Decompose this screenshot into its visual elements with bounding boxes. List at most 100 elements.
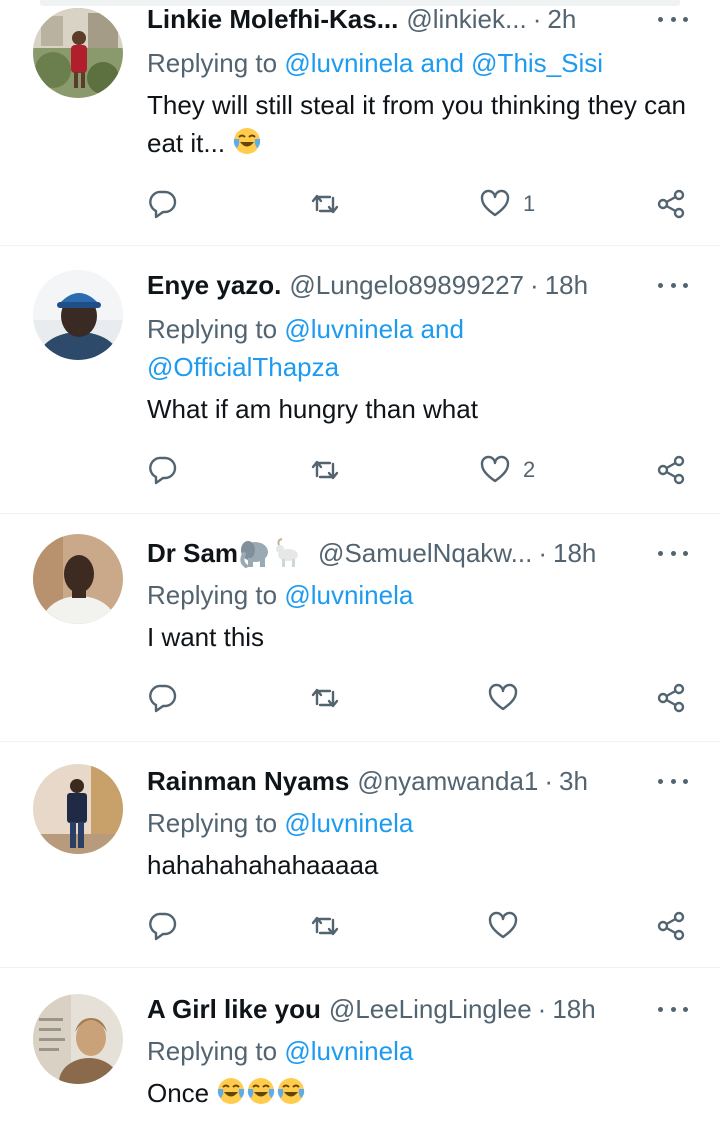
replying-prefix: Replying to bbox=[147, 314, 278, 344]
tears-of-joy-emoji-icon bbox=[218, 1078, 245, 1104]
tweet-text-content: They will still steal it from you thinki… bbox=[147, 90, 686, 158]
elephant-emoji-icon bbox=[240, 541, 269, 568]
mention-link[interactable]: @luvninela bbox=[284, 580, 413, 610]
replying-prefix: Replying to bbox=[147, 48, 278, 78]
tears-of-joy-emoji-icon bbox=[234, 128, 261, 154]
replying-to: Replying to @luvninela bbox=[147, 804, 667, 842]
tweet-5[interactable]: A Girl like you @LeeLingLinglee · 18h Re… bbox=[0, 968, 720, 1123]
reply-button[interactable] bbox=[147, 452, 179, 488]
user-handle[interactable]: @Lungelo89899227 bbox=[289, 268, 524, 302]
tweet-text-content: I want this bbox=[147, 622, 265, 652]
reply-feed: Linkie Molefhi-Kas... @linkiek... · 2h R… bbox=[0, 0, 720, 1123]
reply-button[interactable] bbox=[147, 186, 179, 222]
replying-to: Replying to @luvninela and @This_Sisi bbox=[147, 44, 667, 82]
separator: · bbox=[538, 538, 547, 568]
tears-of-joy-emoji-icon bbox=[248, 1078, 275, 1104]
more-icon[interactable] bbox=[658, 268, 688, 302]
reply-button[interactable] bbox=[147, 908, 179, 944]
display-name[interactable]: Linkie Molefhi-Kas... bbox=[147, 2, 398, 36]
goat-emoji-icon bbox=[276, 538, 299, 567]
avatar[interactable] bbox=[33, 270, 123, 360]
heart-icon bbox=[480, 455, 510, 483]
tweet-3[interactable]: Dr Sam @SamuelNqakw... · 18h Replying to… bbox=[0, 514, 720, 742]
tweet-text: hahahahahahaaaaa bbox=[147, 846, 692, 884]
retweet-button[interactable] bbox=[309, 680, 341, 716]
reply-icon bbox=[149, 684, 177, 713]
tweet-header: Linkie Molefhi-Kas... @linkiek... · 2h bbox=[147, 2, 647, 36]
avatar[interactable] bbox=[33, 534, 123, 624]
mention-link[interactable]: @luvninela and @This_Sisi bbox=[284, 48, 603, 78]
tweet-actions bbox=[147, 908, 692, 944]
reply-button[interactable] bbox=[147, 680, 179, 716]
timestamp[interactable]: 18h bbox=[552, 992, 595, 1026]
tweet-text: They will still steal it from you thinki… bbox=[147, 86, 692, 162]
share-icon bbox=[657, 455, 685, 485]
user-handle[interactable]: @nyamwanda1 bbox=[357, 764, 538, 798]
display-name[interactable]: Enye yazo. bbox=[147, 268, 281, 302]
tears-of-joy-emoji-icon bbox=[278, 1078, 305, 1104]
share-icon bbox=[657, 189, 685, 219]
replying-to: Replying to @luvninela bbox=[147, 576, 667, 614]
tweet-text: What if am hungry than what bbox=[147, 390, 692, 428]
share-button[interactable] bbox=[655, 908, 687, 944]
retweet-button[interactable] bbox=[309, 452, 341, 488]
user-handle[interactable]: @SamuelNqakw... bbox=[318, 536, 532, 570]
share-button[interactable] bbox=[655, 452, 687, 488]
tweet-4[interactable]: Rainman Nyams @nyamwanda1 · 3h Replying … bbox=[0, 742, 720, 968]
retweet-icon bbox=[311, 460, 339, 480]
timestamp[interactable]: 18h bbox=[545, 268, 588, 302]
tweet-actions: 2 bbox=[147, 452, 692, 488]
tweet-2[interactable]: Enye yazo. @Lungelo89899227 · 18h Replyi… bbox=[0, 246, 720, 514]
timestamp[interactable]: 2h bbox=[547, 2, 576, 36]
name-emojis bbox=[238, 538, 302, 568]
tweet-header: Dr Sam @SamuelNqakw... · 18h bbox=[147, 536, 647, 570]
retweet-icon bbox=[311, 194, 339, 214]
like-button[interactable] bbox=[487, 908, 519, 944]
separator: · bbox=[532, 4, 542, 34]
heart-icon bbox=[488, 911, 518, 939]
share-button[interactable] bbox=[655, 680, 687, 716]
timestamp[interactable]: 18h bbox=[553, 536, 596, 570]
reply-icon bbox=[149, 190, 177, 219]
tweet-actions: 1 bbox=[147, 186, 692, 222]
like-button[interactable]: 1 bbox=[479, 186, 535, 222]
mention-link[interactable]: @luvninela and bbox=[284, 314, 464, 344]
more-icon[interactable] bbox=[658, 764, 688, 798]
tweet-header: Rainman Nyams @nyamwanda1 · 3h bbox=[147, 764, 647, 798]
like-button[interactable]: 2 bbox=[479, 452, 535, 488]
retweet-button[interactable] bbox=[309, 908, 341, 944]
tweet-text-content: What if am hungry than what bbox=[147, 394, 478, 424]
share-button[interactable] bbox=[655, 186, 687, 222]
separator: · bbox=[544, 766, 554, 796]
more-icon[interactable] bbox=[658, 2, 688, 36]
replying-prefix: Replying to bbox=[147, 808, 278, 838]
avatar[interactable] bbox=[33, 764, 123, 854]
user-handle[interactable]: @LeeLingLinglee bbox=[329, 992, 532, 1026]
replying-prefix: Replying to bbox=[147, 580, 278, 610]
tweet-1[interactable]: Linkie Molefhi-Kas... @linkiek... · 2h R… bbox=[0, 0, 720, 246]
tweet-text-content: hahahahahahaaaaa bbox=[147, 850, 379, 880]
heart-icon bbox=[480, 189, 510, 217]
like-count: 1 bbox=[523, 191, 536, 216]
mention-link[interactable]: @luvninela bbox=[284, 1036, 413, 1066]
retweet-button[interactable] bbox=[309, 186, 341, 222]
retweet-icon bbox=[311, 916, 339, 936]
tweet-header: A Girl like you @LeeLingLinglee · 18h bbox=[147, 992, 647, 1026]
more-icon[interactable] bbox=[658, 992, 688, 1026]
display-name[interactable]: Dr Sam bbox=[147, 536, 238, 570]
avatar[interactable] bbox=[33, 994, 123, 1084]
tweet-actions bbox=[147, 680, 692, 716]
mention-link[interactable]: @luvninela bbox=[284, 808, 413, 838]
mention-link[interactable]: @OfficialThapza bbox=[147, 352, 339, 382]
like-button[interactable] bbox=[487, 680, 519, 716]
display-name[interactable]: Rainman Nyams bbox=[147, 764, 349, 798]
heart-icon bbox=[488, 683, 518, 711]
display-name[interactable]: A Girl like you bbox=[147, 992, 321, 1026]
more-icon[interactable] bbox=[658, 536, 688, 570]
replying-to: Replying to @luvninela bbox=[147, 1032, 667, 1070]
tweet-text: Once bbox=[147, 1074, 692, 1112]
user-handle[interactable]: @linkiek... bbox=[406, 2, 526, 36]
reply-icon bbox=[149, 912, 177, 941]
avatar[interactable] bbox=[33, 8, 123, 98]
timestamp[interactable]: 3h bbox=[559, 764, 588, 798]
